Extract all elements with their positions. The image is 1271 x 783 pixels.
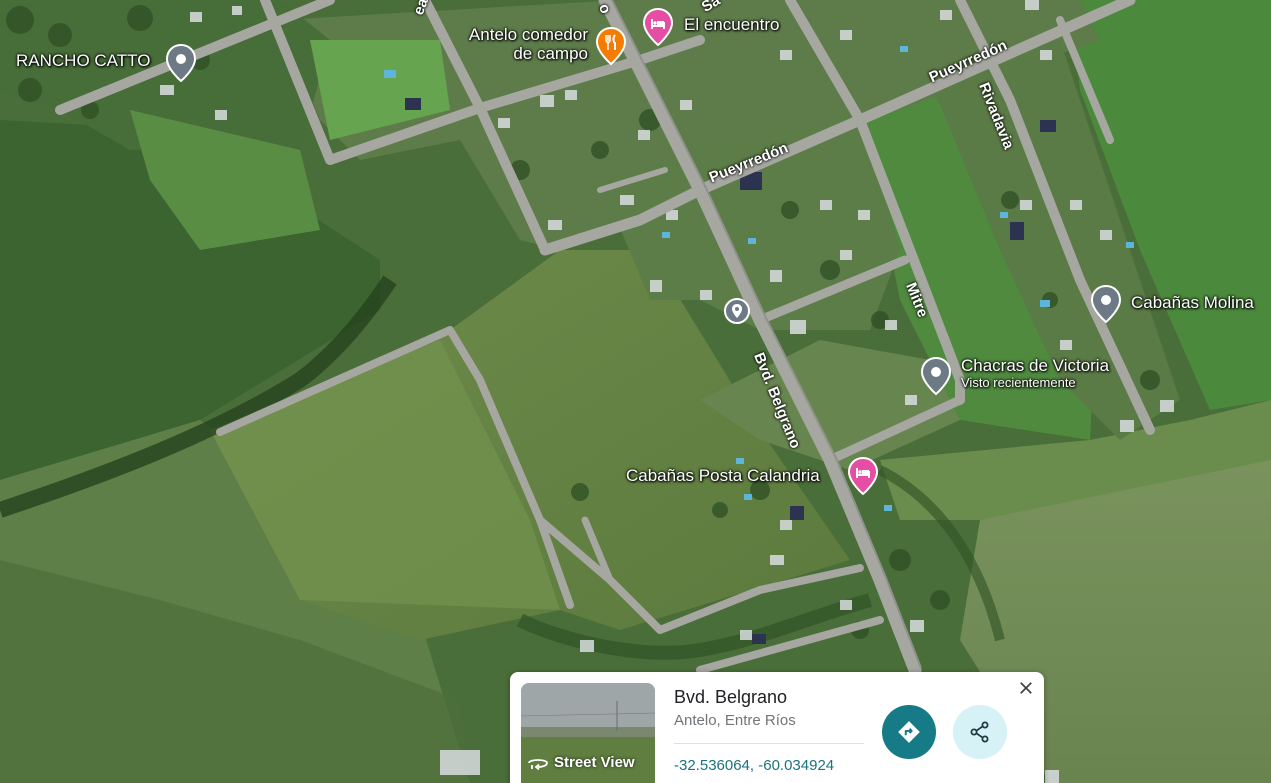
close-button[interactable] [1014, 676, 1038, 700]
location-info-card: Street View Bvd. Belgrano Antelo, Entre … [510, 672, 1044, 783]
street-view-badge: Street View [527, 754, 635, 771]
place-pin-el-encuentro[interactable] [643, 8, 673, 46]
hotel-bed-icon [643, 8, 673, 46]
share-button[interactable] [953, 705, 1007, 759]
dropped-pin-marker[interactable] [724, 298, 750, 324]
place-name-chacras: Chacras de Victoria [961, 356, 1110, 375]
location-pin-icon [166, 44, 196, 82]
share-icon [970, 721, 989, 743]
street-view-label: Street View [554, 754, 635, 771]
place-pin-cabanas-molina[interactable] [1091, 285, 1121, 323]
location-pin-icon [1091, 285, 1121, 323]
place-pin-rancho-catto[interactable] [166, 44, 196, 82]
place-label-antelo-line1: Antelo comedor [468, 25, 588, 44]
place-pin-chacras-de-victoria[interactable] [921, 357, 951, 395]
street-view-thumbnail[interactable]: Street View [521, 683, 655, 783]
restaurant-icon [596, 27, 626, 65]
place-label-chacras-de-victoria[interactable]: Chacras de Victoria Visto recientemente [961, 356, 1110, 390]
location-title: Bvd. Belgrano [674, 687, 788, 707]
place-label-rancho-catto[interactable]: RANCHO CATTO [16, 51, 150, 71]
close-icon [1020, 682, 1032, 694]
place-pin-antelo-comedor[interactable] [596, 27, 626, 65]
hotel-bed-icon [848, 457, 878, 495]
location-subtitle: Antelo, Entre Ríos [674, 712, 796, 729]
coordinates-link[interactable]: -32.536064, -60.034924 [674, 757, 834, 774]
directions-icon [898, 721, 920, 743]
street-view-icon [528, 758, 548, 770]
place-label-el-encuentro[interactable]: El encuentro [684, 15, 779, 35]
place-subtitle-recently-viewed: Visto recientemente [961, 374, 1076, 390]
place-label-antelo-comedor[interactable]: Antelo comedor de campo [452, 25, 588, 63]
place-label-antelo-line2: de campo [513, 43, 588, 63]
card-divider [674, 743, 864, 744]
place-label-cabanas-posta-calandria[interactable]: Cabañas Posta Calandria [626, 466, 820, 486]
place-label-cabanas-molina[interactable]: Cabañas Molina [1131, 293, 1254, 313]
directions-button[interactable] [882, 705, 936, 759]
satellite-map[interactable] [0, 0, 1271, 783]
dropped-pin-icon [724, 298, 750, 324]
location-pin-icon [921, 357, 951, 395]
place-pin-cabanas-posta-calandria[interactable] [848, 457, 878, 495]
